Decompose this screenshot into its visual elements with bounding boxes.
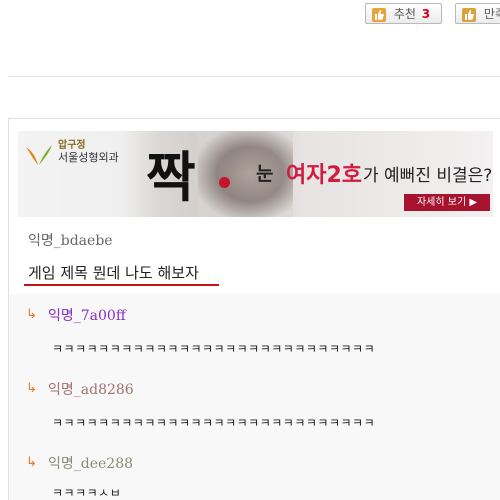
comment-body: ㅋㅋㅋㅋㅅㅂ <box>52 486 122 500</box>
comment-item: ↳ 익명_ad8286 ㅋㅋㅋㅋㅋㅋㅋㅋㅋㅋㅋㅋㅋㅋㅋㅋㅋㅋㅋㅋㅋㅋㅋㅋㅋㅋㅋㅋ <box>9 368 500 444</box>
page: 추천 3 만족 압구정 서울성형외과 짝 눈 여자2호 가 예뻐진 비결은? <box>0 0 500 500</box>
comment-body: ㅋㅋㅋㅋㅋㅋㅋㅋㅋㅋㅋㅋㅋㅋㅋㅋㅋㅋㅋㅋㅋㅋㅋㅋㅋㅋㅋㅋ <box>52 416 376 430</box>
red-seal-icon <box>219 177 230 188</box>
comment-author[interactable]: 익명_7a00ff <box>48 305 126 325</box>
comment-body: ㅋㅋㅋㅋㅋㅋㅋㅋㅋㅋㅋㅋㅋㅋㅋㅋㅋㅋㅋㅋㅋㅋㅋㅋㅋㅋㅋㅋ <box>52 342 376 356</box>
thumbs-up-icon <box>372 7 386 22</box>
banner-ad[interactable]: 압구정 서울성형외과 짝 눈 여자2호 가 예뻐진 비결은? 자세히 보기 ▶ <box>18 131 493 217</box>
post-actions: 추천 3 만족 <box>0 0 500 40</box>
comment-item: ↳ 익명_7a00ff ㅋㅋㅋㅋㅋㅋㅋㅋㅋㅋㅋㅋㅋㅋㅋㅋㅋㅋㅋㅋㅋㅋㅋㅋㅋㅋㅋㅋ <box>9 294 500 370</box>
comment-author[interactable]: 익명_dee288 <box>48 453 133 473</box>
recommend-button[interactable]: 추천 3 <box>365 3 442 24</box>
banner-big-char: 짝 <box>146 145 196 209</box>
hospital-logo-icon <box>26 145 52 165</box>
banner-highlight-text: 여자2호 <box>286 163 363 188</box>
hospital-name: 서울성형외과 <box>58 151 119 164</box>
post-author: 익명_bdaebe <box>28 233 113 249</box>
banner-photo <box>198 131 293 217</box>
post-content-box: 압구정 서울성형외과 짝 눈 여자2호 가 예뻐진 비결은? 자세히 보기 ▶ … <box>8 118 500 500</box>
satisfy-button[interactable]: 만족 <box>455 3 500 24</box>
reply-arrow-icon: ↳ <box>26 381 37 396</box>
banner-eye-text: 눈 <box>256 163 274 185</box>
post-title: 게임 제목 뭔데 나도 해보자 <box>28 264 199 282</box>
comment-author[interactable]: 익명_ad8286 <box>48 379 134 399</box>
divider <box>8 76 500 77</box>
thumbs-icon <box>462 7 476 22</box>
recommend-label: 추천 <box>393 7 416 21</box>
satisfy-label: 만족 <box>483 7 500 21</box>
reply-arrow-icon: ↳ <box>26 455 37 470</box>
banner-detail-button[interactable]: 자세히 보기 ▶ <box>404 194 490 211</box>
recommend-count: 3 <box>421 7 431 21</box>
reply-arrow-icon: ↳ <box>26 307 37 322</box>
title-underline <box>24 284 219 286</box>
comment-item: ↳ 익명_dee288 ㅋㅋㅋㅋㅅㅂ <box>9 442 500 500</box>
banner-rest-text: 가 예뻐진 비결은? <box>363 166 493 186</box>
